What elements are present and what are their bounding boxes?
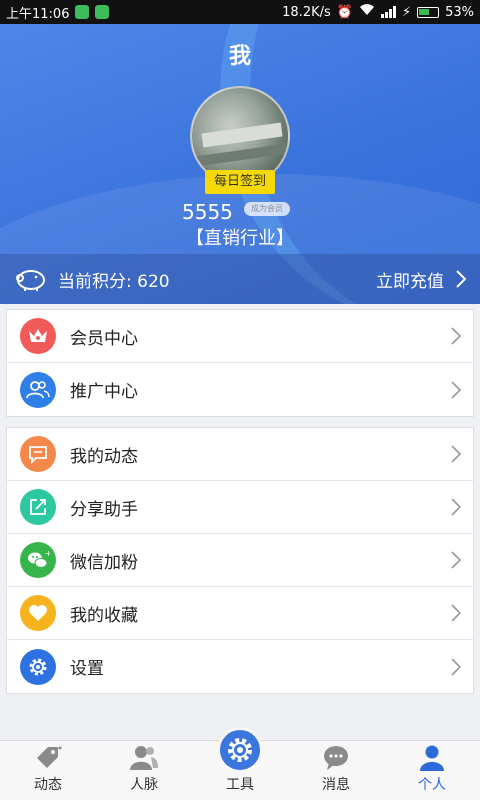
industry-label: 【直销行业】 — [186, 228, 294, 249]
contacts-icon — [130, 746, 158, 770]
tag-icon — [37, 746, 62, 768]
become-member-badge[interactable]: 成为会员 — [244, 202, 290, 216]
alarm-icon: ⏰ — [336, 4, 353, 20]
recharge-label: 立即充值 — [376, 271, 444, 292]
svg-text:+: + — [45, 550, 50, 558]
battery-icon — [417, 6, 440, 18]
people-icon — [20, 371, 56, 408]
chevron-right-icon — [451, 498, 461, 516]
chevron-right-icon — [456, 270, 466, 288]
chevron-right-icon — [451, 657, 461, 676]
chevron-right-icon — [451, 445, 461, 463]
menu-item-promotion-center[interactable]: 推广中心 — [7, 363, 473, 416]
menu-item-wechat-fans[interactable]: + 微信加粉 — [7, 534, 473, 587]
daily-signin-button[interactable]: 每日签到 — [205, 170, 275, 194]
tab-tools[interactable]: 工具 — [192, 727, 288, 800]
battery-percent: 53% — [445, 4, 474, 20]
tab-label: 个人 — [418, 777, 446, 793]
page-title: 我 — [228, 44, 251, 69]
tab-label: 消息 — [322, 777, 350, 793]
points-bar: 当前积分: 620 立即充值 — [0, 254, 480, 304]
menu-group-features: 我的动态 分享助手 + 微信加粉 我的收藏 设置 — [6, 427, 474, 694]
chevron-right-icon — [451, 551, 461, 569]
menu-item-member-center[interactable]: 会员中心 — [7, 310, 473, 363]
tab-profile[interactable]: 个人 — [384, 741, 480, 800]
chevron-right-icon — [451, 380, 461, 399]
menu-item-label: 分享助手 — [70, 499, 138, 520]
app-notification-icon-2 — [95, 5, 110, 19]
menu-item-label: 微信加粉 — [70, 552, 138, 573]
share-icon — [20, 489, 56, 525]
crown-icon — [20, 318, 56, 354]
piggy-bank-icon — [16, 270, 45, 291]
wifi-icon — [359, 4, 375, 20]
tab-label: 人脉 — [130, 777, 158, 793]
message-icon — [324, 746, 348, 770]
status-bar: 上午11:06 18.2K/s ⏰ ⚡ 53% — [0, 0, 480, 24]
wechat-icon: + — [20, 542, 56, 578]
person-icon — [420, 745, 444, 771]
tab-feed[interactable]: 动态 — [0, 741, 96, 800]
menu-item-label: 会员中心 — [70, 328, 138, 349]
menu-item-settings[interactable]: 设置 — [7, 640, 473, 693]
menu-item-label: 我的动态 — [70, 446, 138, 467]
menu-item-label: 推广中心 — [70, 382, 138, 402]
bottom-navigation: 动态 人脉 工具 消息 个人 — [0, 727, 480, 800]
tab-messages[interactable]: 消息 — [288, 741, 384, 800]
menu-item-my-favorites[interactable]: 我的收藏 — [7, 587, 473, 640]
app-notification-icon — [75, 5, 90, 19]
gear-icon — [228, 738, 252, 762]
heart-icon — [20, 595, 56, 631]
network-speed: 18.2K/s — [282, 4, 331, 20]
username: 5555 — [182, 200, 233, 224]
menu-item-label: 设置 — [70, 659, 104, 679]
chevron-right-icon — [451, 604, 461, 622]
menu-item-share-assistant[interactable]: 分享助手 — [7, 481, 473, 534]
current-points: 当前积分: 620 — [58, 271, 170, 292]
tab-label: 工具 — [226, 777, 254, 793]
menu-item-my-posts[interactable]: 我的动态 — [7, 428, 473, 481]
charging-icon: ⚡ — [401, 4, 412, 20]
menu-item-label: 我的收藏 — [70, 605, 138, 626]
signal-icon — [380, 6, 396, 18]
gear-icon — [20, 648, 56, 685]
profile-header: 我 每日签到 5555 成为会员 【直销行业】 当前积分: 620 立即充值 — [0, 24, 480, 304]
status-time: 上午11:06 — [6, 6, 70, 22]
tools-button[interactable] — [217, 727, 263, 773]
tab-contacts[interactable]: 人脉 — [96, 741, 192, 800]
recharge-button[interactable]: 立即充值 — [376, 267, 466, 292]
chevron-right-icon — [451, 327, 461, 345]
menu-group-membership: 会员中心 推广中心 — [6, 309, 474, 417]
chat-bubble-icon — [20, 436, 56, 472]
tab-label: 动态 — [34, 777, 62, 793]
